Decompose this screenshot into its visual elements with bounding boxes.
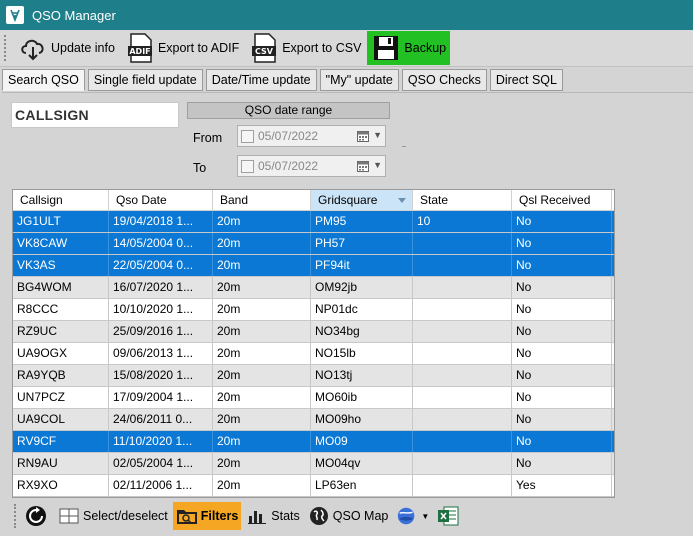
- select-deselect-button[interactable]: Select/deselect: [55, 502, 171, 530]
- filters-button[interactable]: Filters: [172, 502, 242, 530]
- cloud-download-icon: [18, 33, 48, 63]
- stats-button[interactable]: Stats: [243, 502, 303, 530]
- column-header-gridsquare[interactable]: Gridsquare: [311, 190, 413, 210]
- qso-grid[interactable]: Callsign Qso Date Band Gridsquare State …: [12, 189, 615, 498]
- divider: [402, 146, 406, 147]
- table-row[interactable]: RX9XO 02/11/2006 1... 20m LP63en Yes: [13, 475, 614, 497]
- table-row[interactable]: R8CCC 10/10/2020 1... 20m NP01dc No: [13, 299, 614, 321]
- tab-datetime-update[interactable]: Date/Time update: [205, 69, 317, 91]
- google-earth-button[interactable]: ▼: [393, 502, 432, 530]
- sort-desc-icon: [398, 198, 406, 203]
- table-row[interactable]: RZ9UC 25/09/2016 1... 20m NO34bg No: [13, 321, 614, 343]
- column-header-qsl-received[interactable]: Qsl Received: [512, 190, 612, 210]
- table-row[interactable]: BG4WOM 16/07/2020 1... 20m OM92jb No: [13, 277, 614, 299]
- window-title: QSO Manager: [32, 7, 116, 23]
- svg-text:ADIF: ADIF: [129, 47, 150, 56]
- adif-file-icon: ADIF: [125, 33, 155, 63]
- qso-map-button[interactable]: QSO Map: [305, 502, 392, 530]
- toolbar-grip[interactable]: [4, 35, 8, 61]
- folder-filter-icon: [176, 505, 198, 527]
- to-date-value: 05/07/2022: [258, 159, 319, 173]
- svg-text:CSV: CSV: [255, 47, 274, 56]
- bar-chart-icon: [246, 505, 268, 527]
- table-row[interactable]: JG1ULT 19/04/2018 1... 20m PM95 10 No: [13, 211, 614, 233]
- update-info-button[interactable]: Update info: [14, 31, 119, 65]
- app-icon: [6, 6, 24, 24]
- from-date-checkbox[interactable]: [241, 129, 254, 143]
- qso-date-range-header: QSO date range: [187, 102, 390, 119]
- excel-export-button[interactable]: [434, 502, 465, 530]
- chevron-down-icon[interactable]: ▼: [421, 512, 429, 521]
- refresh-icon: [25, 505, 47, 527]
- earth-icon: [396, 505, 418, 527]
- backup-button[interactable]: Backup: [367, 31, 451, 65]
- table-row[interactable]: UA9COL 24/06/2011 0... 20m MO09ho No: [13, 409, 614, 431]
- table-row[interactable]: VK8CAW 14/05/2004 0... 20m PH57 No: [13, 233, 614, 255]
- excel-icon: [437, 505, 459, 527]
- tab-strip: Search QSO Single field update Date/Time…: [0, 68, 693, 92]
- export-csv-button[interactable]: CSV Export to CSV: [245, 31, 365, 65]
- from-date-value: 05/07/2022: [258, 129, 319, 143]
- column-header-band[interactable]: Band: [213, 190, 311, 210]
- to-date-picker[interactable]: 05/07/2022 ▼: [237, 155, 386, 177]
- main-toolbar: Update info ADIF Export to ADIF CSV Expo…: [0, 30, 693, 67]
- search-qso-panel: CALLSIGN QSO date range From 05/07/2022 …: [2, 92, 693, 536]
- toolbar-grip[interactable]: [14, 504, 18, 528]
- callsign-input[interactable]: CALLSIGN: [11, 102, 179, 128]
- csv-file-icon: CSV: [249, 33, 279, 63]
- export-adif-button[interactable]: ADIF Export to ADIF: [121, 31, 243, 65]
- globe-icon: [308, 505, 330, 527]
- chevron-down-icon[interactable]: ▼: [373, 130, 382, 140]
- chevron-down-icon[interactable]: ▼: [373, 160, 382, 170]
- from-label: From: [193, 131, 223, 145]
- bottom-toolbar: Select/deselect Filters Stats QSO Map ▼: [0, 500, 693, 532]
- calendar-icon[interactable]: [357, 130, 369, 142]
- tab-search-qso[interactable]: Search QSO: [2, 69, 85, 91]
- to-date-checkbox[interactable]: [241, 159, 254, 173]
- refresh-button[interactable]: [22, 502, 53, 530]
- to-label: To: [193, 161, 207, 175]
- title-bar: QSO Manager: [0, 0, 693, 30]
- from-date-picker[interactable]: 05/07/2022 ▼: [237, 125, 386, 147]
- table-row[interactable]: RN9AU 02/05/2004 1... 20m MO04qv No: [13, 453, 614, 475]
- tab-single-field-update[interactable]: Single field update: [87, 69, 203, 91]
- column-header-callsign[interactable]: Callsign: [13, 190, 109, 210]
- table-row[interactable]: UN7PCZ 17/09/2004 1... 20m MO60ib No: [13, 387, 614, 409]
- table-row[interactable]: UA9OGX 09/06/2013 1... 20m NO15lb No: [13, 343, 614, 365]
- column-header-qso-date[interactable]: Qso Date: [109, 190, 213, 210]
- grid-header: Callsign Qso Date Band Gridsquare State …: [13, 190, 614, 211]
- table-row[interactable]: RA9YQB 15/08/2020 1... 20m NO13tj No: [13, 365, 614, 387]
- tab-direct-sql[interactable]: Direct SQL: [489, 69, 563, 91]
- tab-my-update[interactable]: "My" update: [319, 69, 399, 91]
- calendar-icon[interactable]: [357, 160, 369, 172]
- tab-qso-checks[interactable]: QSO Checks: [401, 69, 487, 91]
- table-row[interactable]: VK3AS 22/05/2004 0... 20m PF94it No: [13, 255, 614, 277]
- grid-select-icon: [58, 505, 80, 527]
- table-row[interactable]: RV9CF 11/10/2020 1... 20m MO09 No: [13, 431, 614, 453]
- column-header-state[interactable]: State: [413, 190, 512, 210]
- floppy-disk-icon: [371, 33, 401, 63]
